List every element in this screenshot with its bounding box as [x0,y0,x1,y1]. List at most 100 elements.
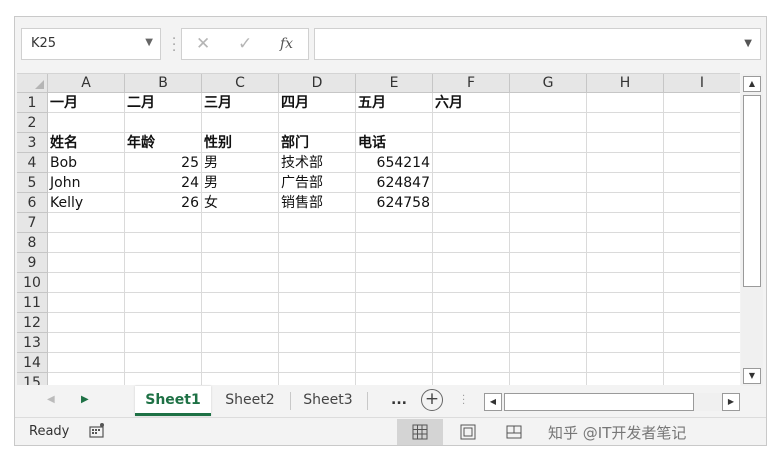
tab-scroll-right-icon[interactable]: ▶ [81,394,89,405]
cell-g14[interactable] [510,353,587,373]
cell-h2[interactable] [587,113,664,133]
cell-i3[interactable] [664,133,740,153]
cell-b12[interactable] [125,313,202,333]
cell-b10[interactable] [125,273,202,293]
worksheet-grid[interactable]: A B C D E F G H I 1 一月 二月 三月 四月 五月 六月 2 3 姓名 年龄 性别 部门 电话 4 Bob 25… [17,73,740,385]
cell-d10[interactable] [279,273,356,293]
cell-a11[interactable] [48,293,125,313]
cell-h13[interactable] [587,333,664,353]
cell-g4[interactable] [510,153,587,173]
cell-c8[interactable] [202,233,279,253]
cell-f10[interactable] [433,273,510,293]
cell-c14[interactable] [202,353,279,373]
cell-d8[interactable] [279,233,356,253]
cell-g2[interactable] [510,113,587,133]
tab-sheet3[interactable]: Sheet3 [293,386,363,414]
cell-b6[interactable]: 26 [125,193,202,213]
cell-f8[interactable] [433,233,510,253]
scroll-right-icon[interactable]: ▶ [722,393,740,411]
cell-a10[interactable] [48,273,125,293]
column-header-b[interactable]: B [125,74,202,93]
cell-c3[interactable]: 性别 [202,133,279,153]
cell-f15[interactable] [433,373,510,385]
tab-sheet1[interactable]: Sheet1 [135,386,211,416]
cell-i15[interactable] [664,373,740,385]
cell-c1[interactable]: 三月 [202,93,279,113]
cell-b8[interactable] [125,233,202,253]
check-icon[interactable]: ✓ [238,34,252,54]
cell-e2[interactable] [356,113,433,133]
cell-g3[interactable] [510,133,587,153]
row-header-4[interactable]: 4 [17,153,48,173]
cell-i14[interactable] [664,353,740,373]
cell-d7[interactable] [279,213,356,233]
cell-e3[interactable]: 电话 [356,133,433,153]
cell-h10[interactable] [587,273,664,293]
cell-a4[interactable]: Bob [48,153,125,173]
cell-i4[interactable] [664,153,740,173]
scroll-up-icon[interactable]: ▲ [743,76,761,92]
row-header-8[interactable]: 8 [17,233,48,253]
column-header-d[interactable]: D [279,74,356,93]
tab-sheet2[interactable]: Sheet2 [213,386,287,414]
tab-scroll-left-icon[interactable]: ◀ [47,394,55,405]
cell-i12[interactable] [664,313,740,333]
cell-d3[interactable]: 部门 [279,133,356,153]
cell-c11[interactable] [202,293,279,313]
cell-g10[interactable] [510,273,587,293]
cell-b2[interactable] [125,113,202,133]
add-sheet-button[interactable]: + [421,389,443,411]
row-header-3[interactable]: 3 [17,133,48,153]
cell-d5[interactable]: 广告部 [279,173,356,193]
cell-c13[interactable] [202,333,279,353]
splitter-dots-icon[interactable]: · · · [172,33,176,58]
cell-f9[interactable] [433,253,510,273]
row-header-10[interactable]: 10 [17,273,48,293]
cell-i9[interactable] [664,253,740,273]
cell-d1[interactable]: 四月 [279,93,356,113]
row-header-11[interactable]: 11 [17,293,48,313]
cell-d4[interactable]: 技术部 [279,153,356,173]
cell-h4[interactable] [587,153,664,173]
cell-a3[interactable]: 姓名 [48,133,125,153]
cell-e15[interactable] [356,373,433,385]
cell-e1[interactable]: 五月 [356,93,433,113]
horizontal-scrollbar[interactable]: ◀ ▶ [484,393,740,411]
cell-f12[interactable] [433,313,510,333]
name-box[interactable]: K25 ▼ [21,28,161,60]
column-header-i[interactable]: I [664,74,740,93]
cell-h5[interactable] [587,173,664,193]
vertical-scrollbar[interactable]: ▲ ▼ [741,74,763,386]
cell-h8[interactable] [587,233,664,253]
cell-b5[interactable]: 24 [125,173,202,193]
cell-g12[interactable] [510,313,587,333]
cell-g9[interactable] [510,253,587,273]
chevron-down-icon[interactable]: ▼ [145,37,153,48]
cell-i5[interactable] [664,173,740,193]
cell-c6[interactable]: 女 [202,193,279,213]
cell-a14[interactable] [48,353,125,373]
cell-d6[interactable]: 销售部 [279,193,356,213]
cell-f5[interactable] [433,173,510,193]
cell-a7[interactable] [48,213,125,233]
cell-i10[interactable] [664,273,740,293]
cell-f14[interactable] [433,353,510,373]
cell-d14[interactable] [279,353,356,373]
cell-b15[interactable] [125,373,202,385]
page-layout-view-button[interactable] [445,419,491,445]
cell-d2[interactable] [279,113,356,133]
cell-e8[interactable] [356,233,433,253]
cell-h15[interactable] [587,373,664,385]
cell-a12[interactable] [48,313,125,333]
select-all-corner[interactable] [17,74,48,93]
cell-f13[interactable] [433,333,510,353]
cell-f1[interactable]: 六月 [433,93,510,113]
cell-a5[interactable]: John [48,173,125,193]
row-header-12[interactable]: 12 [17,313,48,333]
cell-g7[interactable] [510,213,587,233]
row-header-5[interactable]: 5 [17,173,48,193]
cell-a6[interactable]: Kelly [48,193,125,213]
cell-e9[interactable] [356,253,433,273]
cell-f7[interactable] [433,213,510,233]
cell-b11[interactable] [125,293,202,313]
